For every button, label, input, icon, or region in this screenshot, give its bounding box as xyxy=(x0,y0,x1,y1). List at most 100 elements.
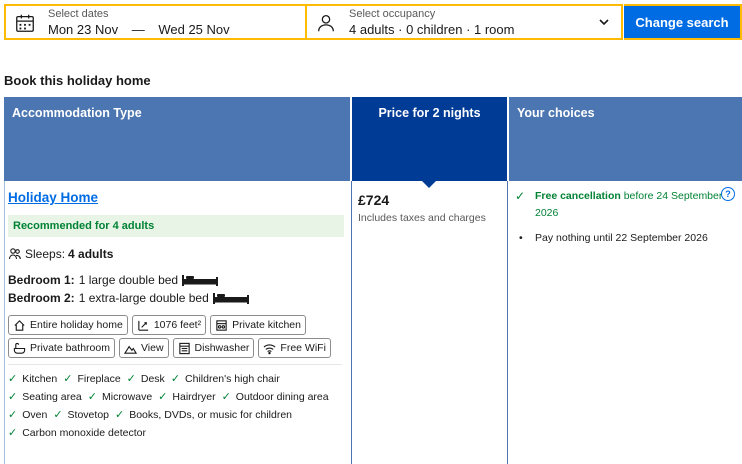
table-left-border xyxy=(4,181,5,464)
checkin-date: Mon 23 Nov xyxy=(48,22,119,37)
check-icon: ✓ xyxy=(53,409,63,421)
home-icon xyxy=(14,319,25,331)
amenity-label: Books, DVDs, or music for children xyxy=(129,408,293,421)
amenity-item: ✓ Stovetop xyxy=(53,407,109,422)
amenity-item: ✓ Desk xyxy=(127,371,165,386)
check-icon: ✓ xyxy=(8,427,18,439)
price-amount: £724 xyxy=(358,192,390,208)
sleeps-label: Sleeps: xyxy=(25,247,66,261)
amenity-label: Desk xyxy=(140,372,165,385)
chevron-down-icon xyxy=(599,19,609,26)
facility-label: Dishwasher xyxy=(194,342,250,354)
bed-icon xyxy=(212,293,249,304)
room-name-link[interactable]: Holiday Home xyxy=(8,190,98,205)
amenity-label: Oven xyxy=(22,408,48,421)
cancellation-strong: Free cancellation xyxy=(535,190,621,202)
amenity-label: Stovetop xyxy=(67,408,109,421)
facility-label: Entire holiday home xyxy=(30,319,123,331)
area-icon xyxy=(138,320,148,331)
people-icon xyxy=(8,248,21,260)
amenity-item: ✓ Microwave xyxy=(88,389,152,404)
amenity-item: ✓ Hairdryer xyxy=(158,389,215,404)
dates-label: Select dates xyxy=(48,8,109,20)
header-accommodation-type: Accommodation Type xyxy=(4,97,350,181)
sleeps-info: Sleeps: 4 adults xyxy=(8,247,348,261)
check-icon: ✓ xyxy=(170,373,181,385)
amenity-label: Carbon monoxide detector xyxy=(22,426,146,439)
occupancy-label: Select occupancy xyxy=(349,8,436,20)
amenity-label: Kitchen xyxy=(22,372,58,385)
bullet-icon: • xyxy=(519,232,523,244)
pay-note: Pay nothing until 22 September 2026 xyxy=(535,232,708,244)
dates-value: Mon 23 Nov — Wed 25 Nov xyxy=(48,22,230,37)
pay-later: • Pay nothing until 22 September 2026 xyxy=(515,230,737,247)
info-icon[interactable]: ? xyxy=(721,187,735,201)
amenity-item: ✓ Children's high chair xyxy=(171,371,280,386)
facility-chip: 1076 feet² xyxy=(131,315,207,335)
column-divider xyxy=(507,181,508,464)
amenity-label: Fireplace xyxy=(77,372,121,385)
check-icon: ✓ xyxy=(221,391,231,403)
amenity-item: ✓ Carbon monoxide detector xyxy=(8,425,146,440)
date-separator: — xyxy=(131,22,145,37)
occupancy-value: 4 adults · 0 children · 1 room xyxy=(349,22,515,37)
facility-chip: View xyxy=(118,338,169,358)
check-icon: ✓ xyxy=(126,373,136,385)
facility-chip: Entire holiday home xyxy=(8,315,128,335)
facility-chip: Private kitchen xyxy=(210,315,306,335)
divider xyxy=(8,364,342,365)
wifi-icon xyxy=(263,343,276,354)
price-note: Includes taxes and charges xyxy=(358,212,486,224)
amenity-label: Seating area xyxy=(22,390,82,403)
bed-icon xyxy=(182,275,219,286)
facility-chip: Free WiFi xyxy=(258,338,331,358)
kitchen-icon xyxy=(216,319,227,331)
amenity-label: Hairdryer xyxy=(172,390,216,403)
change-search-button[interactable]: Change search xyxy=(624,4,742,40)
calendar-icon xyxy=(16,14,34,32)
search-bar: Select dates Mon 23 Nov — Wed 25 Nov Sel… xyxy=(0,0,742,44)
amenity-label: Outdoor dining area xyxy=(235,390,329,403)
price-cell: £724 Includes taxes and charges xyxy=(358,192,503,224)
bedroom-line: Bedroom 2: 1 extra-large double bed xyxy=(8,291,348,305)
facility-chips: Entire holiday home 1076 feet² Private k… xyxy=(8,315,348,358)
dishwasher-icon xyxy=(178,342,190,354)
amenity-item: ✓ Fireplace xyxy=(63,371,120,386)
recommended-badge: Recommended for 4 adults xyxy=(8,215,344,237)
bedroom-line: Bedroom 1: 1 large double bed xyxy=(8,273,348,287)
sleeps-value: 4 adults xyxy=(68,247,114,261)
cancellation-text: Free cancellation before 24 September 20… xyxy=(535,188,737,222)
bedrooms: Bedroom 1: 1 large double bed Bedroom 2:… xyxy=(8,273,348,305)
facility-label: Free WiFi xyxy=(280,342,326,354)
check-icon: ✓ xyxy=(87,391,97,403)
price-header-notch xyxy=(422,181,436,188)
amenity-item: ✓ Kitchen xyxy=(8,371,57,386)
check-icon: ✓ xyxy=(158,391,168,403)
facility-chip: Dishwasher xyxy=(172,338,255,358)
amenity-item: ✓ Oven xyxy=(8,407,47,422)
occupancy-picker[interactable]: Select occupancy 4 adults · 0 children ·… xyxy=(305,4,623,40)
header-price: Price for 2 nights xyxy=(352,97,507,181)
free-cancellation: ✓ Free cancellation before 24 September … xyxy=(515,188,737,222)
facility-label: Private kitchen xyxy=(232,319,301,331)
amenity-label: Microwave xyxy=(101,390,153,403)
check-icon: ✓ xyxy=(8,391,18,403)
choices-cell: ✓ Free cancellation before 24 September … xyxy=(515,188,737,247)
facility-label: Private bathroom xyxy=(30,342,110,354)
amenity-item: ✓ Seating area xyxy=(8,389,82,404)
amenities-list: ✓ Kitchen ✓ Fireplace ✓ Desk ✓ Children's hi… xyxy=(8,371,348,440)
bedroom-bed: 1 large double bed xyxy=(78,273,179,287)
check-icon: ✓ xyxy=(115,409,125,421)
date-picker[interactable]: Select dates Mon 23 Nov — Wed 25 Nov xyxy=(4,4,306,40)
header-choices: Your choices xyxy=(509,97,742,181)
facility-chip: Private bathroom xyxy=(8,338,115,358)
person-icon xyxy=(318,15,334,32)
check-icon: ✓ xyxy=(515,189,526,203)
room-table: Accommodation Type Price for 2 nights Yo… xyxy=(4,97,742,464)
bedroom-label: Bedroom 2: xyxy=(8,291,75,305)
mountain-icon xyxy=(123,345,137,354)
amenity-item: ✓ Outdoor dining area xyxy=(222,389,329,404)
amenity-item: ✓ Books, DVDs, or music for children xyxy=(115,407,292,422)
facility-label: 1076 feet² xyxy=(153,319,202,331)
column-divider xyxy=(351,181,352,464)
